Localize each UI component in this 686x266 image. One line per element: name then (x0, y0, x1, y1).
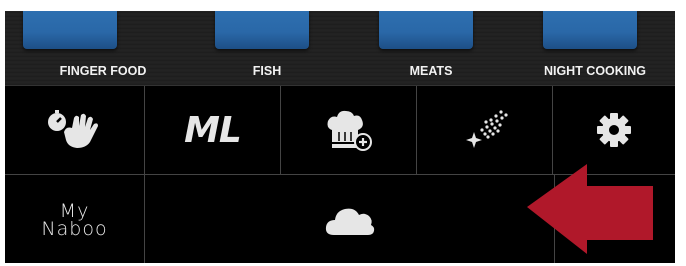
category-tile-meats[interactable] (379, 11, 473, 49)
category-label-fish[interactable]: FISH (253, 64, 281, 80)
category-strip: FINGER FOOD FISH MEATS NIGHT COOKING (5, 11, 675, 85)
category-label-finger-food[interactable]: FINGER FOOD (60, 64, 147, 80)
gear-icon (597, 113, 631, 147)
category-tile-finger-food[interactable] (23, 11, 117, 49)
chef-hat-add-icon (327, 110, 372, 151)
timer-button[interactable] (5, 86, 145, 174)
ml-icon: ML (184, 109, 242, 151)
category-tile-fish[interactable] (215, 11, 309, 49)
spray-clean-icon (465, 110, 508, 148)
category-tile-night-cooking[interactable] (543, 11, 637, 49)
logo-line-2: Naboo (41, 217, 108, 240)
arrow-left-icon (527, 164, 653, 254)
cloud-button[interactable] (145, 175, 555, 263)
logo-line-1: My (59, 199, 90, 222)
category-label-night-cooking[interactable]: NIGHT COOKING (544, 64, 646, 80)
category-label-meats[interactable]: MEATS (410, 64, 453, 80)
timer-hand-icon (47, 110, 98, 148)
add-recipe-button[interactable] (281, 86, 417, 174)
cloud-icon (325, 208, 375, 235)
my-naboo-logo[interactable]: My Naboo (5, 175, 145, 263)
ml-button[interactable]: ML (145, 86, 281, 174)
